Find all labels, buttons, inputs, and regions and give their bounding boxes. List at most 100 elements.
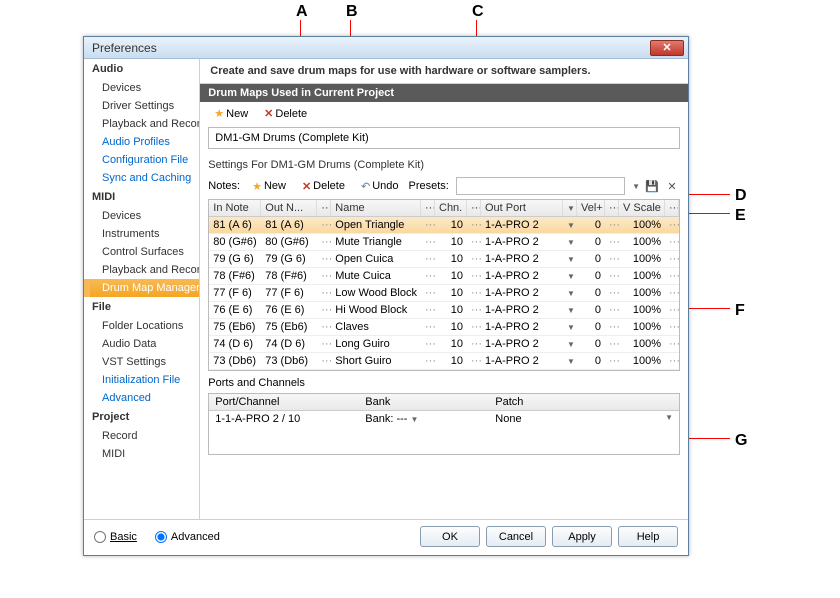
sidebar-cat-midi[interactable]: MIDI [84, 187, 199, 207]
cell-port[interactable]: 1-A-PRO 2 [481, 353, 563, 369]
cell-out[interactable]: 76 (E 6) [261, 302, 317, 318]
hdr-port-channel[interactable]: Port/Channel [209, 394, 359, 410]
cell-chn[interactable]: 10 [435, 268, 467, 284]
cell-name[interactable]: Open Triangle [331, 217, 421, 233]
cell-vscale[interactable]: 100% [619, 319, 665, 335]
cell-port[interactable]: 1-A-PRO 2 [481, 234, 563, 250]
cell-in[interactable]: 80 (G#6) [209, 234, 261, 250]
cell-out[interactable]: 81 (A 6) [261, 217, 317, 233]
ok-button[interactable]: OK [420, 526, 480, 547]
cell-patch[interactable]: None ▼ [489, 411, 679, 427]
cell-in[interactable]: 79 (G 6) [209, 251, 261, 267]
cell-vel[interactable]: 0 [577, 319, 605, 335]
cell-vel[interactable]: 0 [577, 285, 605, 301]
cell-in[interactable]: 75 (Eb6) [209, 319, 261, 335]
cell-name[interactable]: Claves [331, 319, 421, 335]
apply-button[interactable]: Apply [552, 526, 612, 547]
table-row[interactable]: 74 (D 6)74 (D 6)···Long Guiro···10···1-A… [209, 336, 679, 353]
cell-vscale[interactable]: 100% [619, 217, 665, 233]
category-sidebar[interactable]: Audio Devices Driver Settings Playback a… [84, 59, 200, 519]
delete-note-button[interactable]: ✕Delete [296, 178, 351, 195]
cell-port-channel[interactable]: 1-1-A-PRO 2 / 10 [209, 411, 359, 427]
cell-vscale[interactable]: 100% [619, 268, 665, 284]
sidebar-item-drum-map-manager[interactable]: Drum Map Manager [84, 279, 199, 297]
maps-listbox[interactable]: DM1-GM Drums (Complete Kit) [208, 127, 680, 149]
delete-preset-button[interactable]: ✕ [664, 178, 680, 194]
save-preset-button[interactable]: 💾 [644, 178, 660, 194]
advanced-radio[interactable]: Advanced [155, 531, 220, 543]
hdr-vscale[interactable]: V Scale [619, 200, 665, 216]
map-item[interactable]: DM1-GM Drums (Complete Kit) [215, 132, 368, 144]
cell-vscale[interactable]: 100% [619, 353, 665, 369]
cell-vscale[interactable]: 100% [619, 285, 665, 301]
cell-chn[interactable]: 10 [435, 217, 467, 233]
hdr-patch[interactable]: Patch [489, 394, 679, 410]
cell-vscale[interactable]: 100% [619, 302, 665, 318]
cell-name[interactable]: Mute Triangle [331, 234, 421, 250]
table-row[interactable]: 76 (E 6)76 (E 6)···Hi Wood Block···10···… [209, 302, 679, 319]
hdr-bank[interactable]: Bank [359, 394, 489, 410]
cell-vel[interactable]: 0 [577, 336, 605, 352]
cell-name[interactable]: Hi Wood Block [331, 302, 421, 318]
cell-chn[interactable]: 10 [435, 353, 467, 369]
cell-chn[interactable]: 10 [435, 336, 467, 352]
cell-port[interactable]: 1-A-PRO 2 [481, 319, 563, 335]
cell-in[interactable]: 76 (E 6) [209, 302, 261, 318]
cell-chn[interactable]: 10 [435, 251, 467, 267]
chevron-down-icon[interactable]: ▼ [632, 182, 640, 191]
sidebar-item-folder-locations[interactable]: Folder Locations [84, 317, 199, 335]
hdr-port[interactable]: Out Port [481, 200, 563, 216]
hdr-out-note[interactable]: Out N... [261, 200, 317, 216]
cell-vel[interactable]: 0 [577, 268, 605, 284]
sidebar-item-init-file[interactable]: Initialization File [84, 371, 199, 389]
cell-in[interactable]: 78 (F#6) [209, 268, 261, 284]
sidebar-item-advanced[interactable]: Advanced [84, 389, 199, 407]
cell-name[interactable]: Open Cuica [331, 251, 421, 267]
cell-vscale[interactable]: 100% [619, 251, 665, 267]
sidebar-item-audio-profiles[interactable]: Audio Profiles [84, 133, 199, 151]
cell-vel[interactable]: 0 [577, 353, 605, 369]
sidebar-item-devices[interactable]: Devices [84, 79, 199, 97]
sidebar-item-audio-data[interactable]: Audio Data [84, 335, 199, 353]
ports-row[interactable]: 1-1-A-PRO 2 / 10 Bank: --- ▼ None ▼ [209, 411, 679, 427]
cell-chn[interactable]: 10 [435, 285, 467, 301]
cancel-button[interactable]: Cancel [486, 526, 546, 547]
cell-chn[interactable]: 10 [435, 234, 467, 250]
sidebar-item-midi-devices[interactable]: Devices [84, 207, 199, 225]
basic-radio[interactable]: Basic [94, 531, 137, 543]
undo-button[interactable]: ↶Undo [355, 178, 405, 195]
cell-name[interactable]: Long Guiro [331, 336, 421, 352]
new-note-button[interactable]: ★New [246, 178, 292, 195]
cell-out[interactable]: 77 (F 6) [261, 285, 317, 301]
notes-grid[interactable]: In Note Out N... ··· Name ··· Chn. ··· O… [208, 199, 680, 371]
sidebar-cat-audio[interactable]: Audio [84, 59, 199, 79]
cell-name[interactable]: Low Wood Block [331, 285, 421, 301]
cell-in[interactable]: 73 (Db6) [209, 353, 261, 369]
ports-grid[interactable]: Port/Channel Bank Patch 1-1-A-PRO 2 / 10… [208, 393, 680, 455]
chevron-down-icon[interactable]: ▼ [411, 415, 419, 424]
sidebar-item-sync-caching[interactable]: Sync and Caching [84, 169, 199, 187]
hdr-in-note[interactable]: In Note [209, 200, 261, 216]
table-row[interactable]: 81 (A 6)81 (A 6)···Open Triangle···10···… [209, 217, 679, 234]
sidebar-item-project-midi[interactable]: MIDI [84, 445, 199, 463]
cell-port[interactable]: 1-A-PRO 2 [481, 217, 563, 233]
table-row[interactable]: 75 (Eb6)75 (Eb6)···Claves···10···1-A-PRO… [209, 319, 679, 336]
hdr-name[interactable]: Name [331, 200, 421, 216]
cell-out[interactable]: 74 (D 6) [261, 336, 317, 352]
sidebar-cat-file[interactable]: File [84, 297, 199, 317]
cell-vel[interactable]: 0 [577, 302, 605, 318]
cell-vel[interactable]: 0 [577, 234, 605, 250]
cell-name[interactable]: Mute Cuica [331, 268, 421, 284]
cell-port[interactable]: 1-A-PRO 2 [481, 302, 563, 318]
close-button[interactable]: ✕ [650, 40, 684, 56]
sidebar-item-control-surfaces[interactable]: Control Surfaces [84, 243, 199, 261]
cell-port[interactable]: 1-A-PRO 2 [481, 268, 563, 284]
sidebar-item-midi-playback[interactable]: Playback and Recording [84, 261, 199, 279]
cell-in[interactable]: 77 (F 6) [209, 285, 261, 301]
presets-combo[interactable] [456, 177, 625, 195]
cell-bank[interactable]: Bank: --- ▼ [359, 411, 489, 427]
cell-chn[interactable]: 10 [435, 302, 467, 318]
table-row[interactable]: 80 (G#6)80 (G#6)···Mute Triangle···10···… [209, 234, 679, 251]
table-row[interactable]: 77 (F 6)77 (F 6)···Low Wood Block···10··… [209, 285, 679, 302]
sidebar-item-playback-recording[interactable]: Playback and Recording [84, 115, 199, 133]
